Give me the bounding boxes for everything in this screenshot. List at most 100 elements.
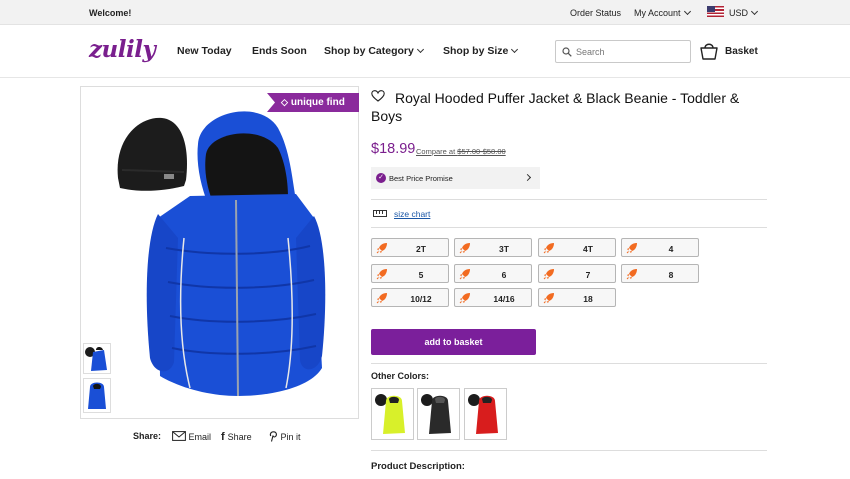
size-label: 6 xyxy=(501,270,507,280)
best-price-label: Best Price Promise xyxy=(389,174,453,183)
divider xyxy=(371,363,767,364)
rocket-icon xyxy=(626,269,637,280)
nav-shop-by-category[interactable]: Shop by Category xyxy=(324,45,424,57)
add-to-basket-button[interactable]: add to basket xyxy=(371,329,536,355)
chevron-down-icon xyxy=(683,7,691,16)
size-option[interactable]: 10/12 xyxy=(371,288,449,307)
rocket-icon xyxy=(376,269,387,280)
thumbnail-image xyxy=(85,347,107,371)
facebook-icon: f xyxy=(221,431,225,443)
nav-ends-soon[interactable]: Ends Soon xyxy=(252,45,307,57)
product-title: Royal Hooded Puffer Jacket & Black Beani… xyxy=(371,90,740,124)
size-option[interactable]: 4T xyxy=(538,238,616,257)
compare-at-price: Compare at $57.00-$58.00 xyxy=(416,147,506,156)
diamond-icon: ◇ xyxy=(281,97,288,107)
size-label: 10/12 xyxy=(410,294,432,304)
size-option[interactable]: 2T xyxy=(371,238,449,257)
product-image[interactable] xyxy=(110,98,350,410)
rocket-icon xyxy=(543,243,554,254)
rocket-icon xyxy=(543,269,554,280)
product-price: $18.99 xyxy=(371,141,416,157)
size-option[interactable]: 4 xyxy=(621,238,699,257)
share-facebook-button[interactable]: f Share xyxy=(221,431,252,443)
rocket-icon xyxy=(459,243,470,254)
best-price-promise-banner[interactable]: ✓ Best Price Promise xyxy=(371,167,540,189)
black-jacket-image xyxy=(421,394,451,434)
size-label: 18 xyxy=(583,294,593,304)
size-option[interactable]: 18 xyxy=(538,288,616,307)
divider xyxy=(371,450,767,451)
size-option[interactable]: 5 xyxy=(371,264,449,283)
size-label: 4T xyxy=(583,244,593,254)
chevron-down-icon xyxy=(511,45,519,54)
zulily-logo[interactable]: zulily xyxy=(89,36,156,63)
size-label: 14/16 xyxy=(493,294,515,304)
share-label: Share: xyxy=(133,431,162,441)
welcome-text: Welcome! xyxy=(89,8,132,18)
nav-label: Shop by Category xyxy=(324,45,414,57)
size-option[interactable]: 8 xyxy=(621,264,699,283)
compare-value: $57.00-$58.00 xyxy=(457,147,506,156)
ruler-icon xyxy=(373,210,387,217)
size-label: 4 xyxy=(668,244,674,254)
thumbnail-image xyxy=(88,382,106,409)
color-swatch-yellow[interactable] xyxy=(371,388,414,440)
top-utility-bar: Welcome! Order Status My Account USD xyxy=(0,0,850,25)
search-input[interactable] xyxy=(576,44,686,59)
yellow-jacket-image xyxy=(375,394,405,434)
color-swatch-red[interactable] xyxy=(464,388,507,440)
other-colors-label: Other Colors: xyxy=(371,371,430,381)
share-pinterest-button[interactable]: Pin it xyxy=(269,431,301,442)
color-swatch-black[interactable] xyxy=(417,388,460,440)
basket-link[interactable]: Basket xyxy=(725,46,758,57)
currency-selector[interactable]: USD xyxy=(729,7,759,18)
envelope-icon xyxy=(172,431,186,441)
my-account-menu[interactable]: My Account xyxy=(634,7,691,18)
order-status-link[interactable]: Order Status xyxy=(570,8,621,18)
unique-find-ribbon: ◇ unique find xyxy=(267,93,359,112)
chevron-down-icon xyxy=(750,7,759,16)
divider xyxy=(371,199,767,200)
search-box[interactable] xyxy=(555,40,691,63)
nav-new-today[interactable]: New Today xyxy=(177,45,232,57)
product-description-heading: Product Description: xyxy=(371,461,465,472)
size-label: 5 xyxy=(418,270,424,280)
nav-shop-by-size[interactable]: Shop by Size xyxy=(443,45,519,57)
pinterest-icon xyxy=(269,431,277,442)
red-jacket-image xyxy=(468,394,498,434)
share-facebook-label: Share xyxy=(227,432,252,442)
nav-label: Shop by Size xyxy=(443,45,509,57)
size-option[interactable]: 7 xyxy=(538,264,616,283)
size-label: 8 xyxy=(668,270,674,280)
thumbnail-1[interactable] xyxy=(83,343,111,374)
share-email-label: Email xyxy=(188,432,212,442)
best-price-badge-icon: ✓ xyxy=(376,173,386,183)
my-account-label: My Account xyxy=(634,8,681,18)
basket-icon[interactable] xyxy=(699,41,719,61)
rocket-icon xyxy=(543,293,554,304)
size-option[interactable]: 6 xyxy=(454,264,532,283)
share-email-button[interactable]: Email xyxy=(172,431,211,442)
rocket-icon xyxy=(459,293,470,304)
share-pinterest-label: Pin it xyxy=(280,432,301,442)
thumbnail-2[interactable] xyxy=(83,378,111,413)
size-label: 2T xyxy=(416,244,426,254)
currency-label: USD xyxy=(729,8,749,18)
divider xyxy=(371,227,767,228)
size-option[interactable]: 14/16 xyxy=(454,288,532,307)
size-label: 7 xyxy=(585,270,591,280)
rocket-icon xyxy=(626,243,637,254)
rocket-icon xyxy=(459,269,470,280)
size-label: 3T xyxy=(499,244,509,254)
chevron-down-icon xyxy=(416,45,424,54)
size-option[interactable]: 3T xyxy=(454,238,532,257)
size-chart-link[interactable]: size chart xyxy=(394,209,430,219)
ribbon-label: unique find xyxy=(290,97,345,108)
us-flag-icon xyxy=(707,6,724,17)
main-header: zulily New Today Ends Soon Shop by Categ… xyxy=(0,26,850,78)
rocket-icon xyxy=(376,293,387,304)
rocket-icon xyxy=(376,243,387,254)
compare-prefix: Compare at xyxy=(416,147,458,156)
search-icon xyxy=(562,47,572,57)
chevron-right-icon xyxy=(523,173,532,182)
